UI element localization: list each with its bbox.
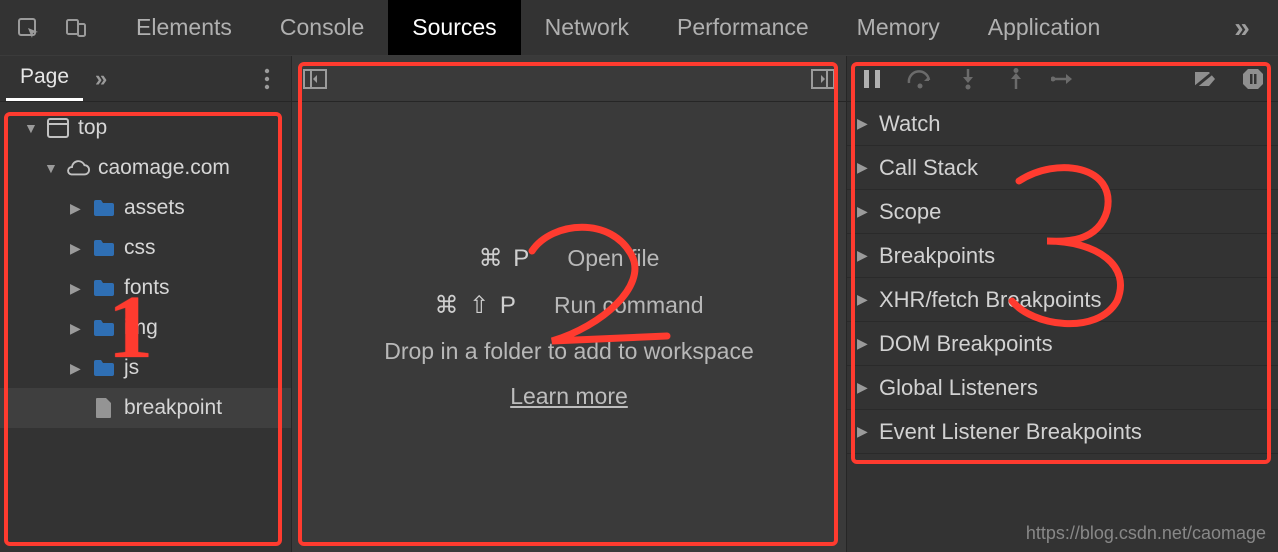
editor-drop-hint: ⌘ P Open file ⌘ ⇧ P Run command Drop in … [292, 102, 846, 552]
tree-folder-fonts[interactable]: ▶ fonts [0, 268, 291, 308]
chevron-right-icon: ▶ [857, 159, 869, 176]
tab-sources[interactable]: Sources [388, 0, 520, 55]
tab-performance[interactable]: Performance [653, 0, 833, 55]
tree-folder-js[interactable]: ▶ js [0, 348, 291, 388]
tree-label: img [124, 316, 158, 340]
call-stack-section[interactable]: ▶ Call Stack [847, 146, 1278, 190]
inspect-element-icon[interactable] [8, 8, 48, 48]
cloud-icon [66, 156, 90, 180]
xhr-breakpoints-section[interactable]: ▶ XHR/fetch Breakpoints [847, 278, 1278, 322]
open-file-shortcut: ⌘ P [479, 244, 532, 273]
editor-panel: ⌘ P Open file ⌘ ⇧ P Run command Drop in … [292, 56, 846, 552]
section-label: Event Listener Breakpoints [879, 419, 1142, 445]
page-tab[interactable]: Page [6, 56, 83, 101]
tree-label: js [124, 356, 139, 380]
section-label: DOM Breakpoints [879, 331, 1053, 357]
chevron-right-icon: ▶ [70, 240, 84, 257]
run-command-shortcut: ⌘ ⇧ P [434, 291, 517, 320]
folder-icon [92, 316, 116, 340]
watermark-text: https://blog.csdn.net/caomage [1026, 523, 1266, 544]
tab-console[interactable]: Console [256, 0, 388, 55]
tree-label: css [124, 236, 156, 260]
event-listener-breakpoints-section[interactable]: ▶ Event Listener Breakpoints [847, 410, 1278, 454]
step-into-icon[interactable] [953, 64, 983, 94]
toggle-navigator-icon[interactable] [300, 64, 330, 94]
tab-elements[interactable]: Elements [112, 0, 256, 55]
toggle-device-icon[interactable] [56, 8, 96, 48]
folder-icon [92, 356, 116, 380]
pause-icon[interactable] [857, 64, 887, 94]
watch-section[interactable]: ▶ Watch [847, 102, 1278, 146]
devtools-tabbar: Elements Console Sources Network Perform… [0, 0, 1278, 56]
run-command-label: Run command [554, 292, 704, 319]
section-label: Watch [879, 111, 941, 137]
tree-label: fonts [124, 276, 170, 300]
chevron-right-icon: ▶ [857, 247, 869, 264]
tree-folder-css[interactable]: ▶ css [0, 228, 291, 268]
chevron-right-icon: ▶ [857, 115, 869, 132]
scope-section[interactable]: ▶ Scope [847, 190, 1278, 234]
tree-folder-img[interactable]: ▶ img [0, 308, 291, 348]
chevron-right-icon: ▶ [70, 320, 84, 337]
section-label: Global Listeners [879, 375, 1038, 401]
tree-label: assets [124, 196, 185, 220]
navigator-menu-icon[interactable] [249, 68, 285, 90]
chevron-right-icon: ▶ [70, 280, 84, 297]
step-out-icon[interactable] [1001, 64, 1031, 94]
tree-domain[interactable]: ▼ caomage.com [0, 148, 291, 188]
tree-label: top [78, 116, 107, 140]
tab-network[interactable]: Network [521, 0, 653, 55]
chevron-right-icon: ▶ [857, 203, 869, 220]
chevron-right-icon: ▶ [857, 423, 869, 440]
folder-icon [92, 236, 116, 260]
more-tabs-icon[interactable]: » [1214, 0, 1270, 55]
tab-application[interactable]: Application [964, 0, 1125, 55]
debugger-toolbar [847, 56, 1278, 102]
devtools-tabs: Elements Console Sources Network Perform… [112, 0, 1124, 55]
chevron-right-icon: ▶ [857, 291, 869, 308]
debugger-panel: ▶ Watch ▶ Call Stack ▶ Scope ▶ Breakpoints ▶… [846, 56, 1278, 552]
toggle-debugger-icon[interactable] [808, 64, 838, 94]
tree-folder-assets[interactable]: ▶ assets [0, 188, 291, 228]
tree-label: breakpoint [124, 396, 222, 420]
section-label: Breakpoints [879, 243, 995, 269]
tree-label: caomage.com [98, 156, 230, 180]
chevron-down-icon: ▼ [24, 120, 38, 136]
chevron-down-icon: ▼ [44, 160, 58, 176]
learn-more-link[interactable]: Learn more [510, 383, 628, 410]
chevron-right-icon: ▶ [857, 335, 869, 352]
chevron-right-icon: ▶ [857, 379, 869, 396]
dom-breakpoints-section[interactable]: ▶ DOM Breakpoints [847, 322, 1278, 366]
section-label: Scope [879, 199, 941, 225]
tree-frame-top[interactable]: ▼ top [0, 108, 291, 148]
more-navigator-tabs-icon[interactable]: » [83, 66, 119, 92]
section-label: Call Stack [879, 155, 978, 181]
section-label: XHR/fetch Breakpoints [879, 287, 1102, 313]
file-tree: ▼ top ▼ caomage.com ▶ assets ▶ c [0, 102, 291, 434]
breakpoints-section[interactable]: ▶ Breakpoints [847, 234, 1278, 278]
tree-file-breakpoint[interactable]: breakpoint [0, 388, 291, 428]
folder-icon [92, 276, 116, 300]
tab-memory[interactable]: Memory [833, 0, 964, 55]
chevron-right-icon: ▶ [70, 200, 84, 217]
step-over-icon[interactable] [905, 64, 935, 94]
pause-on-exceptions-icon[interactable] [1238, 64, 1268, 94]
folder-icon [92, 196, 116, 220]
deactivate-breakpoints-icon[interactable] [1190, 64, 1220, 94]
frame-icon [46, 116, 70, 140]
chevron-right-icon: ▶ [70, 360, 84, 377]
global-listeners-section[interactable]: ▶ Global Listeners [847, 366, 1278, 410]
navigator-panel: Page » ▼ top ▼ caomage.com ▶ [0, 56, 292, 552]
drop-folder-label: Drop in a folder to add to workspace [384, 338, 753, 365]
step-icon[interactable] [1049, 64, 1079, 94]
file-icon [92, 396, 116, 420]
open-file-label: Open file [567, 245, 659, 272]
